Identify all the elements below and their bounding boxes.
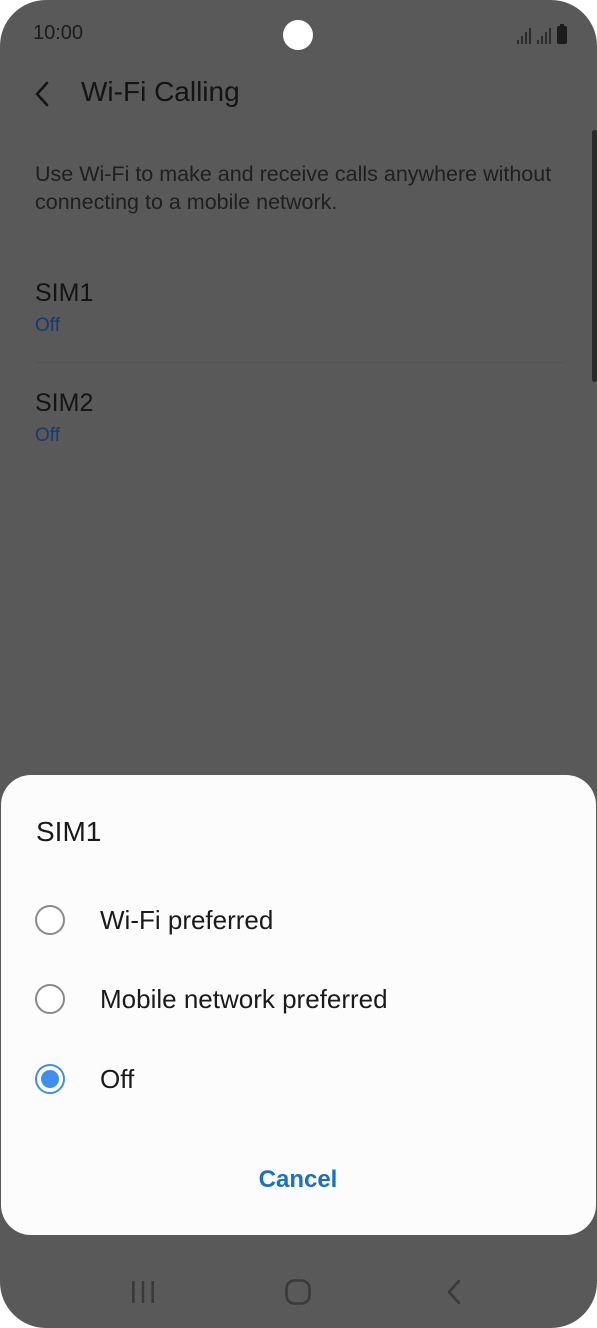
page-title: Wi-Fi Calling: [81, 76, 240, 107]
back-button[interactable]: [22, 72, 62, 116]
camera-cutout: [283, 20, 313, 50]
status-icons: [517, 24, 567, 44]
option-mobile-network-preferred[interactable]: Mobile network preferred: [35, 971, 575, 1027]
radio-mobile-network-preferred[interactable]: [35, 984, 65, 1014]
divider: [35, 362, 565, 363]
sim2-setting[interactable]: SIM2 Off: [35, 389, 565, 447]
chevron-left-icon: [35, 81, 49, 107]
sim1-mode-dialog: SIM1 Wi-Fi preferred Mobile network pref…: [1, 775, 596, 1235]
home-button[interactable]: [268, 1270, 328, 1314]
option-label: Wi-Fi preferred: [100, 904, 274, 935]
dialog-title: SIM1: [36, 816, 102, 847]
phone-screen: 10:00 Wi-Fi Calling Use Wi-Fi to make an…: [0, 0, 597, 1328]
signal-sim2-icon: [537, 26, 551, 44]
option-label: Off: [100, 1063, 135, 1094]
recent-apps-icon: [132, 1281, 154, 1303]
wifi-calling-description: Use Wi-Fi to make and receive calls anyw…: [35, 162, 552, 214]
status-time: 10:00: [33, 22, 84, 44]
radio-wifi-preferred[interactable]: [35, 905, 65, 935]
scroll-indicator: [592, 130, 597, 382]
cancel-button[interactable]: Cancel: [198, 1155, 398, 1205]
recent-apps-button[interactable]: [113, 1270, 173, 1314]
option-label: Mobile network preferred: [100, 983, 388, 1014]
back-icon: [447, 1279, 461, 1305]
sim1-setting[interactable]: SIM1 Off: [35, 279, 565, 337]
signal-sim1-icon: [517, 26, 531, 44]
home-icon: [285, 1279, 311, 1305]
radio-off[interactable]: [35, 1064, 65, 1094]
sim1-status: Off: [35, 315, 60, 336]
sim2-status: Off: [35, 425, 60, 446]
option-off[interactable]: Off: [35, 1051, 575, 1107]
battery-icon: [557, 24, 567, 44]
navigation-bar: [0, 1255, 597, 1328]
option-wifi-preferred[interactable]: Wi-Fi preferred: [35, 892, 575, 948]
back-nav-button[interactable]: [424, 1270, 484, 1314]
sim1-label: SIM1: [35, 279, 94, 307]
sim2-label: SIM2: [35, 389, 94, 417]
status-bar: 10:00: [0, 0, 597, 70]
